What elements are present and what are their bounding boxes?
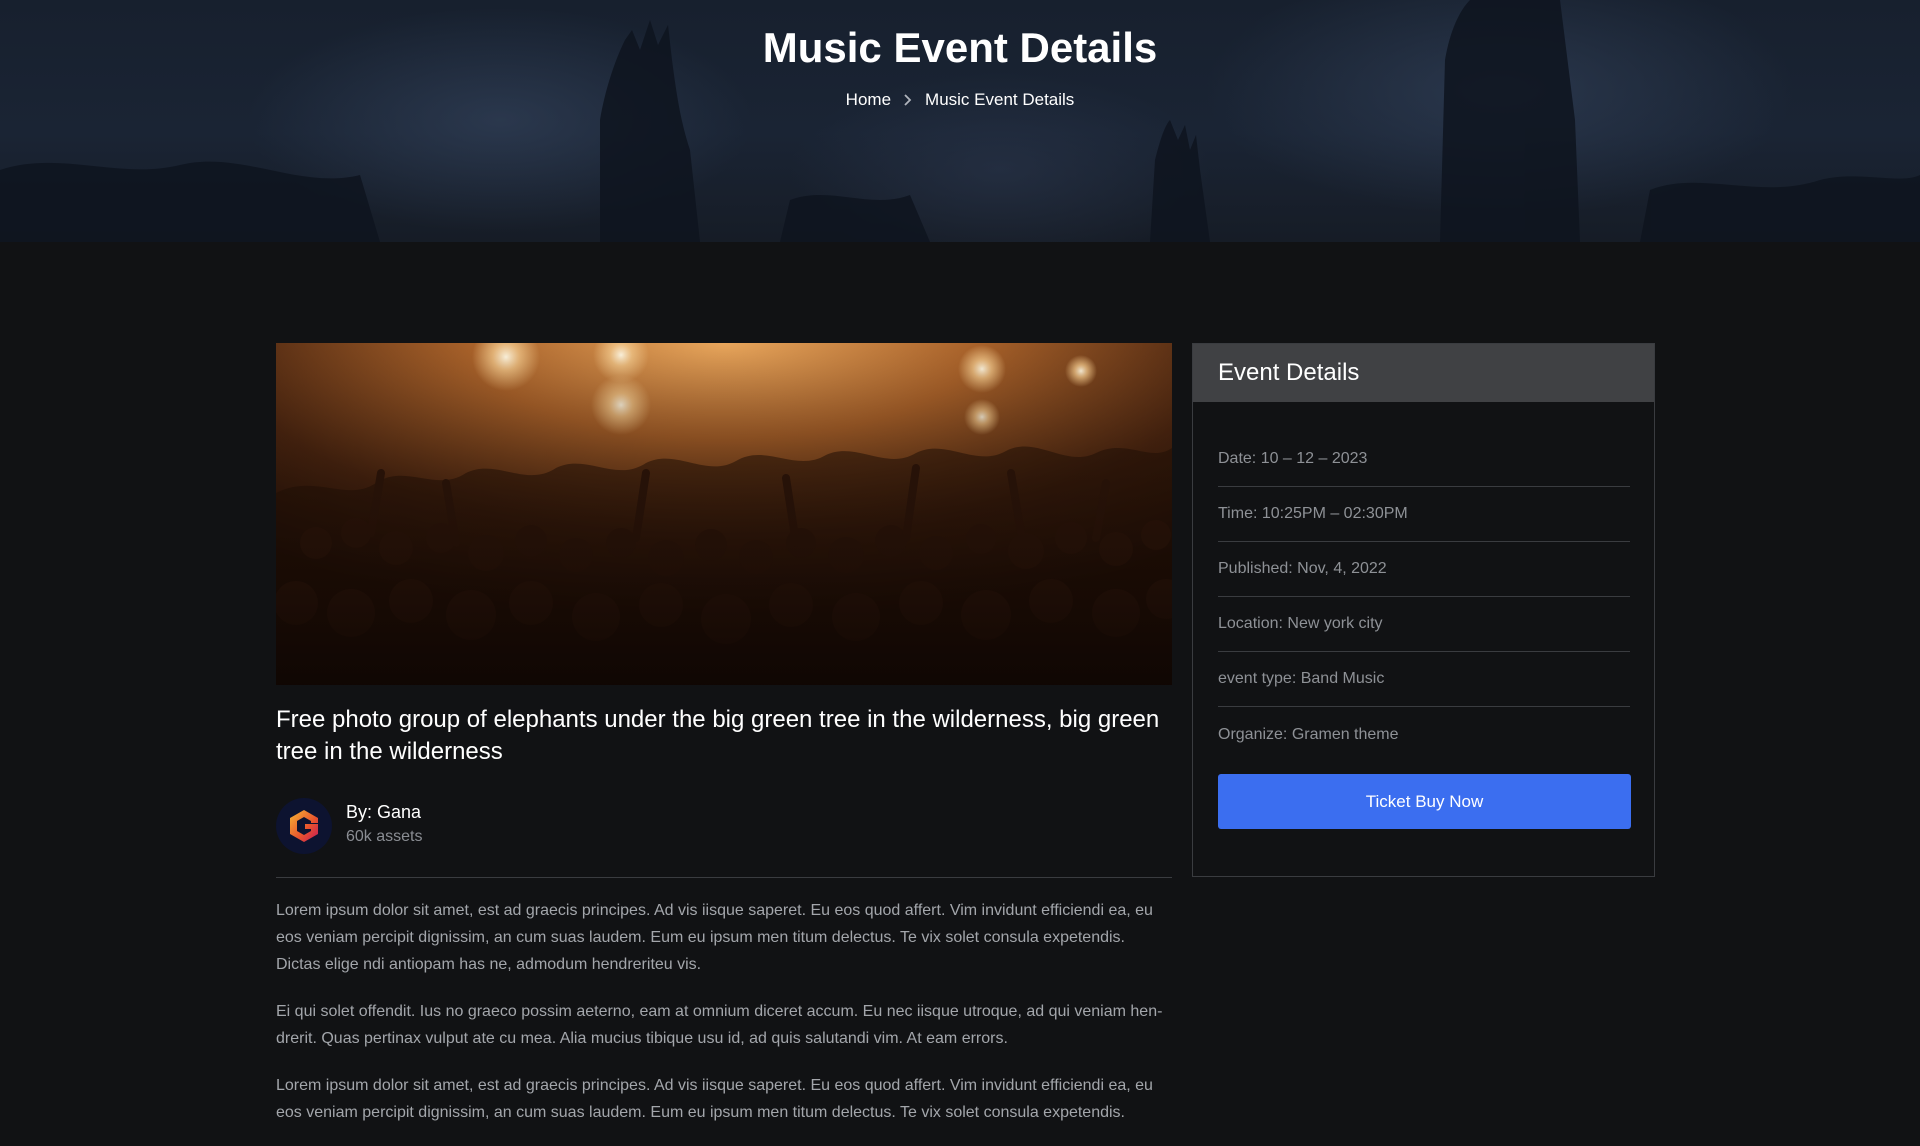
breadcrumb-current: Music Event Details — [925, 90, 1075, 109]
chevron-right-icon — [903, 93, 913, 107]
event-time: Time: 10:25PM – 02:30PM — [1218, 487, 1630, 542]
event-details-card: Event Details Date: 10 – 12 – 2023 Time:… — [1192, 343, 1655, 877]
author-info: By: Gana 60k assets — [346, 798, 422, 850]
body-paragraph: Lorem ipsum dolor sit amet, est ad graec… — [276, 1077, 1153, 1121]
event-location: Location: New york city — [1218, 597, 1630, 652]
breadcrumb: Home Music Event Details — [0, 90, 1920, 110]
post-body: Lorem ipsum dolor sit amet, est ad graec… — [276, 897, 1172, 1146]
event-type: event type: Band Music — [1218, 652, 1630, 707]
body-paragraph: Lorem ipsum dolor sit amet, est ad graec… — [276, 902, 1153, 973]
author-assets-count: 60k assets — [346, 828, 423, 845]
author-block: By: Gana 60k assets — [276, 798, 1172, 878]
author-name[interactable]: By: Gana — [346, 800, 422, 824]
event-image — [276, 343, 1172, 685]
event-details-title: Event Details — [1193, 344, 1654, 402]
divider — [276, 877, 1172, 878]
event-organizer: Organize: Gramen theme — [1218, 725, 1399, 743]
post-title: Free photo group of elephants under the … — [276, 706, 1160, 765]
breadcrumb-home-link[interactable]: Home — [846, 90, 891, 110]
event-published: Published: Nov, 4, 2022 — [1218, 542, 1630, 597]
ticket-buy-button[interactable]: Ticket Buy Now — [1218, 774, 1631, 829]
page-title: Music Event Details — [762, 24, 1158, 71]
event-details-list: Date: 10 – 12 – 2023 Time: 10:25PM – 02:… — [1193, 402, 1654, 762]
body-paragraph: Ei qui solet offendit. Ius no graeco pos… — [276, 1003, 1163, 1047]
page-hero: Music Event Details Home Music Event Det… — [0, 0, 1920, 242]
author-logo-icon[interactable] — [276, 798, 332, 854]
event-date: Date: 10 – 12 – 2023 — [1218, 432, 1630, 487]
